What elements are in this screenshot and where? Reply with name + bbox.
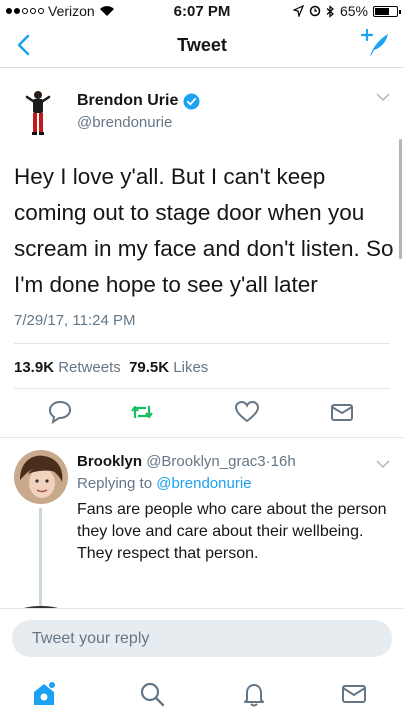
tab-bar [0, 664, 404, 720]
replying-to: Replying to @brendonurie [77, 475, 252, 492]
home-icon[interactable] [30, 680, 58, 708]
reply-author-handle[interactable]: @Brooklyn_grac3 [146, 453, 265, 470]
reply-text: Fans are people who care about the perso… [77, 501, 387, 562]
retweets-label[interactable]: Retweets [58, 359, 121, 376]
divider [14, 343, 390, 344]
tweet-actions [0, 399, 404, 429]
reply-header: Brooklyn @Brooklyn_grac3·16h [77, 453, 296, 470]
author-name-row[interactable]: Brendon Urie [77, 92, 200, 110]
like-heart-icon[interactable] [234, 399, 260, 425]
retweets-count[interactable]: 13.9K [14, 359, 54, 376]
location-icon [292, 5, 304, 17]
retweet-icon[interactable] [129, 399, 155, 425]
likes-label[interactable]: Likes [173, 359, 208, 376]
tweet-text: Hey I love y'all. But I can't keep comin… [14, 164, 394, 297]
notifications-bell-icon[interactable] [240, 680, 268, 708]
likes-count[interactable]: 79.5K [129, 359, 169, 376]
reply-input[interactable] [12, 620, 392, 657]
author-name[interactable]: Brendon Urie [77, 92, 178, 110]
message-envelope-icon[interactable] [329, 399, 355, 425]
reply-icon[interactable] [47, 399, 73, 425]
scrollbar[interactable] [399, 139, 402, 259]
chevron-down-icon[interactable] [376, 458, 390, 470]
bluetooth-icon [326, 4, 334, 18]
tweet-timestamp: 7/29/17, 11:24 PM [14, 312, 136, 329]
tweet-stats: 13.9K Retweets 79.5K Likes [14, 359, 208, 376]
next-reply-partial[interactable] [0, 600, 404, 608]
battery-icon [373, 5, 401, 17]
search-icon[interactable] [138, 680, 166, 708]
replying-to-mention[interactable]: @brendonurie [156, 475, 251, 492]
alarm-icon [309, 5, 321, 17]
reply-age: 16h [270, 453, 296, 470]
page-title: Tweet [177, 35, 227, 55]
nav-bar: Tweet [0, 22, 404, 68]
reply-avatar[interactable] [14, 450, 68, 504]
replying-to-label: Replying to [77, 475, 153, 492]
compose-tweet-icon[interactable] [360, 28, 392, 60]
author-avatar[interactable] [14, 87, 62, 137]
author-handle[interactable]: @brendonurie [77, 114, 172, 131]
battery-fill [375, 7, 389, 15]
reply-composer [0, 608, 404, 664]
verified-badge-icon [183, 93, 200, 109]
battery-percent: 65% [339, 3, 368, 19]
messages-envelope-icon[interactable] [340, 680, 368, 708]
divider [14, 388, 390, 389]
reply-author-name[interactable]: Brooklyn [77, 453, 142, 470]
chevron-down-icon[interactable] [376, 91, 390, 103]
status-right: 65% [292, 3, 401, 19]
status-bar: Verizon 6:07 PM 65% [0, 0, 404, 22]
